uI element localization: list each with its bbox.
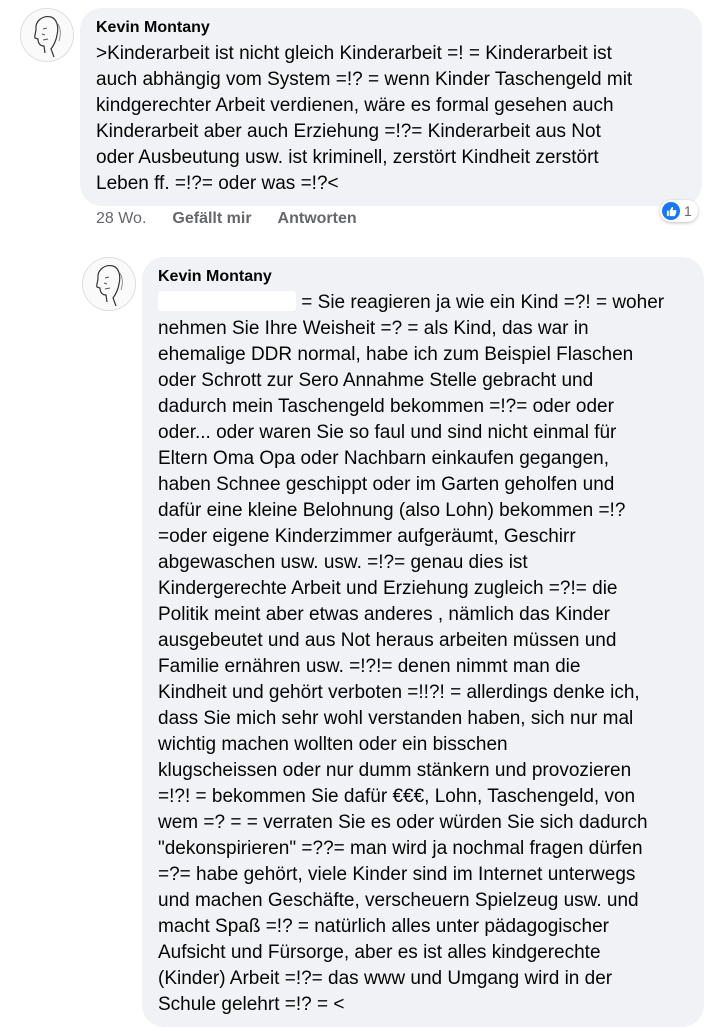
avatar-sketch-icon — [83, 258, 135, 310]
comment-text: nehmen Sie Ihre Weisheit =? = als Kind, … — [158, 318, 648, 1015]
comment-text: >Kinderarbeit ist nicht gleich Kinderarb… — [96, 43, 633, 194]
comment-author[interactable]: Kevin Montany — [96, 18, 210, 38]
like-button[interactable]: Gefällt mir — [172, 210, 251, 228]
comment-author[interactable]: Kevin Montany — [158, 267, 272, 287]
comment-text-first-line: = Sie reagieren ja wie ein Kind =?! = wo… — [158, 290, 688, 316]
avatar-sketch-icon — [21, 9, 73, 61]
redacted-mention — [158, 291, 296, 311]
comment-text-first: = Sie reagieren ja wie ein Kind =?! = wo… — [296, 292, 665, 313]
comment-bubble: Kevin Montany >Kinderarbeit ist nicht gl… — [80, 8, 702, 206]
reply-button[interactable]: Antworten — [278, 210, 357, 228]
comment-timestamp[interactable]: 28 Wo. — [96, 210, 146, 228]
avatar[interactable] — [20, 8, 74, 62]
reaction-count: 1 — [684, 203, 692, 219]
reaction-badge[interactable]: 1 — [660, 200, 698, 222]
avatar[interactable] — [82, 257, 136, 311]
thumbs-up-icon — [662, 202, 680, 220]
comment-actions: 28 Wo. Gefällt mir Antworten — [96, 210, 383, 228]
reply-bubble: Kevin Montany = Sie reagieren ja wie ein… — [142, 257, 704, 1027]
